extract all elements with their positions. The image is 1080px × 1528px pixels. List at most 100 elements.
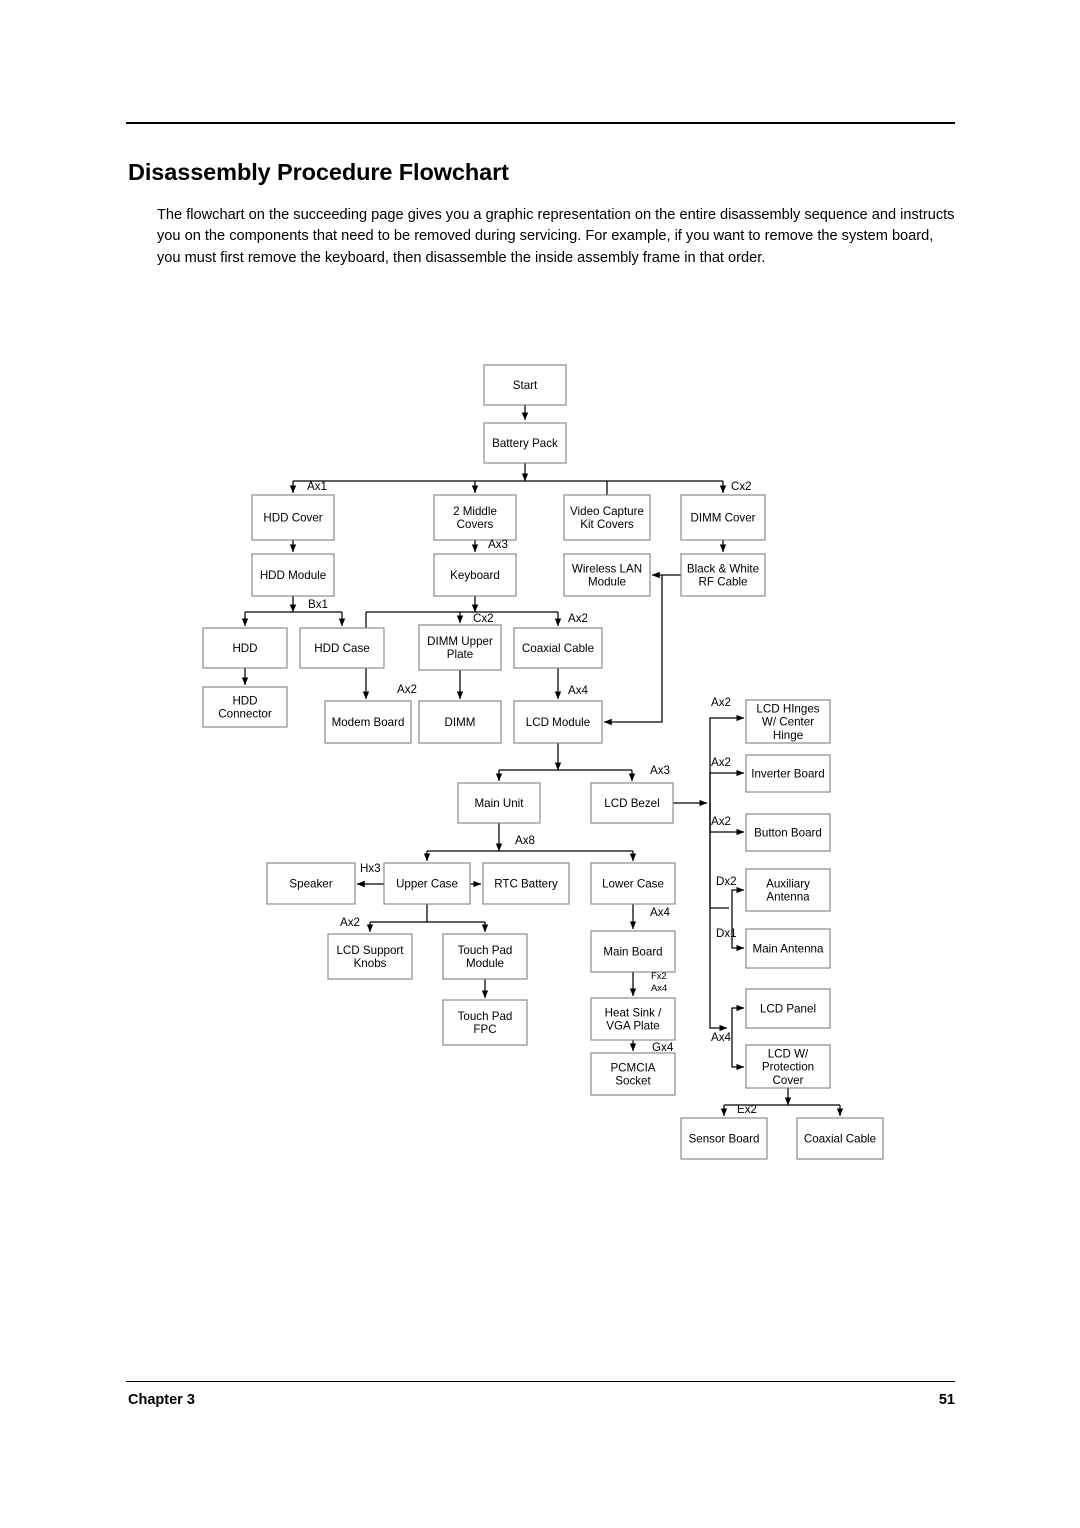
flow-edge-label: Ax4	[568, 684, 589, 697]
flow-node-label: Coaxial Cable	[804, 1133, 876, 1146]
flow-edge-label: Cx2	[731, 480, 752, 493]
flow-node-label: LCD Module	[526, 716, 590, 729]
flow-edge-label: Cx2	[473, 612, 494, 625]
flow-node-coax_top: Coaxial Cable	[513, 627, 603, 669]
flow-node-lcd_hinges: LCD HInges W/ Center Hinge	[745, 699, 831, 744]
flow-edge-label: Hx3	[360, 862, 381, 875]
flow-node-video_kit: Video Capture Kit Covers	[563, 494, 651, 541]
flow-node-label: Inverter Board	[751, 768, 824, 781]
flow-edge-label: Ax2	[340, 916, 360, 929]
flow-node-mid_covers: 2 Middle Covers	[433, 494, 517, 541]
flow-node-label: Button Board	[754, 827, 822, 840]
flow-node-label: PCMCIA Socket	[610, 1062, 655, 1088]
flow-node-dimm: DIMM	[418, 700, 502, 744]
flow-node-label: Battery Pack	[492, 437, 558, 450]
flow-node-label: Main Board	[603, 946, 662, 959]
flow-node-label: Auxiliary Antenna	[766, 878, 810, 904]
flow-edge-label: Bx1	[308, 598, 328, 611]
flow-node-label: DIMM	[445, 716, 476, 729]
flow-edge-label: Ax2	[711, 815, 731, 828]
flow-node-label: Upper Case	[396, 878, 458, 891]
flow-node-label: LCD Panel	[760, 1003, 816, 1016]
flow-node-wlan: Wireless LAN Module	[563, 553, 651, 597]
flow-node-label: RTC Battery	[494, 878, 558, 891]
flow-edge-label: Ax4	[650, 906, 671, 919]
flow-node-label: Main Antenna	[753, 943, 824, 956]
flow-edge-label: Ax4	[651, 982, 667, 993]
flow-node-label: DIMM Cover	[690, 512, 755, 525]
footer-page-number: 51	[938, 1392, 955, 1408]
flow-edge-label: Ax4	[711, 1031, 732, 1044]
flow-edge-label: Ax1	[307, 480, 327, 493]
flow-node-hdd_conn: HDD Connector	[202, 686, 288, 728]
flow-node-label: Video Capture Kit Covers	[570, 505, 644, 531]
flow-edge-label: Fx2	[651, 970, 667, 981]
flow-edge-label: Dx2	[716, 875, 737, 888]
flow-edge-label: Ax2	[711, 756, 731, 769]
flow-node-label: HDD	[232, 642, 257, 655]
flow-node-hdd_module: HDD Module	[251, 553, 335, 597]
flow-node-sensor: Sensor Board	[680, 1117, 768, 1160]
flow-node-lcd_panel: LCD Panel	[745, 988, 831, 1029]
flow-edge-label: Dx1	[716, 927, 737, 940]
flow-node-battery: Battery Pack	[483, 422, 567, 464]
flow-node-hdd_case: HDD Case	[299, 627, 385, 669]
flow-edge-label: Ax3	[650, 764, 670, 777]
flow-edge-label: Ax2	[711, 696, 731, 709]
flow-node-speaker: Speaker	[266, 862, 356, 905]
flow-connector-lcd_fork-to-lcd_panel	[731, 1004, 745, 1028]
flow-node-lcd_knobs: LCD Support Knobs	[327, 933, 413, 980]
flow-connector-lcd_spine-to-inverter	[709, 769, 745, 803]
flow-connector-lcd_fork-to-lcd_prot	[731, 1028, 745, 1071]
document-page: Disassembly Procedure Flowchart The flow…	[0, 0, 1080, 1528]
flow-node-aux_antenna: Auxiliary Antenna	[745, 868, 831, 912]
footer-rule	[126, 1381, 955, 1382]
flow-connector-bw_rf-to-lcd_module	[603, 575, 663, 726]
flow-edge-label: Gx4	[652, 1041, 674, 1054]
flow-node-coax_bottom: Coaxial Cable	[796, 1117, 884, 1160]
flow-node-label: Coaxial Cable	[522, 642, 594, 655]
flow-node-main_antenna: Main Antenna	[745, 928, 831, 969]
flow-edge-label: Ax2	[568, 612, 588, 625]
flow-edge-label: Ex2	[737, 1103, 757, 1116]
flow-node-lcd_module: LCD Module	[513, 700, 603, 744]
flow-node-label: Keyboard	[450, 569, 500, 582]
flow-node-label: Heat Sink / VGA Plate	[605, 1007, 662, 1033]
flow-node-lcd_prot: LCD W/Protection Cover	[745, 1044, 831, 1089]
flow-node-lower_case: Lower Case	[590, 862, 676, 905]
flow-node-label: LCD Bezel	[604, 797, 659, 810]
flow-node-button_board: Button Board	[745, 813, 831, 852]
flow-node-label: Lower Case	[602, 878, 664, 891]
flow-node-lcd_bezel: LCD Bezel	[590, 782, 674, 824]
flow-node-upper_case: Upper Case	[383, 862, 471, 905]
flow-node-rtc: RTC Battery	[482, 862, 570, 905]
flow-node-inverter: Inverter Board	[745, 754, 831, 793]
flow-node-bw_rf: Black & White RF Cable	[680, 553, 766, 597]
flow-connector-lcd_spine-to-lcd_fork	[709, 803, 728, 1032]
flow-node-hdd: HDD	[202, 627, 288, 669]
flow-edge-label: Ax2	[397, 683, 417, 696]
flow-node-label: HDD Case	[314, 642, 369, 655]
flow-node-label: Modem Board	[332, 716, 405, 729]
flow-edge-label: Ax3	[488, 538, 508, 551]
flow-node-label: HDD Cover	[263, 512, 322, 525]
flow-node-label: Main Unit	[475, 797, 525, 810]
flow-node-label: 2 Middle Covers	[453, 505, 497, 531]
flow-node-heatsink: Heat Sink / VGA Plate	[590, 997, 676, 1041]
flow-node-label: Start	[513, 379, 538, 392]
flow-edge-label: Ax8	[515, 834, 535, 847]
flowchart-node-layer: Start Battery Pack HDD Cover 2 Middle Covers…	[202, 364, 884, 1160]
flow-node-label: Speaker	[289, 878, 332, 891]
flow-node-hdd_cover: HDD Cover	[251, 494, 335, 541]
disassembly-flowchart: Start Battery Pack HDD Cover 2 Middle Covers…	[202, 364, 884, 1160]
flow-connector-antenna_fork-to-aux_antenna	[731, 886, 745, 908]
flow-node-pcmcia: PCMCIA Socket	[590, 1052, 676, 1096]
flow-node-touchpad_fpc: Touch Pad FPC	[442, 999, 528, 1046]
flow-node-dimm_cover: DIMM Cover	[680, 494, 766, 541]
flow-node-label: HDD Module	[260, 569, 326, 582]
flow-node-dimm_upper: DIMM Upper Plate	[418, 624, 502, 671]
flow-node-modem: Modem Board	[324, 700, 412, 744]
flow-node-main_board: Main Board	[590, 930, 676, 973]
flow-node-touchpad: Touch Pad Module	[442, 933, 528, 980]
flow-node-label: Sensor Board	[689, 1133, 760, 1146]
